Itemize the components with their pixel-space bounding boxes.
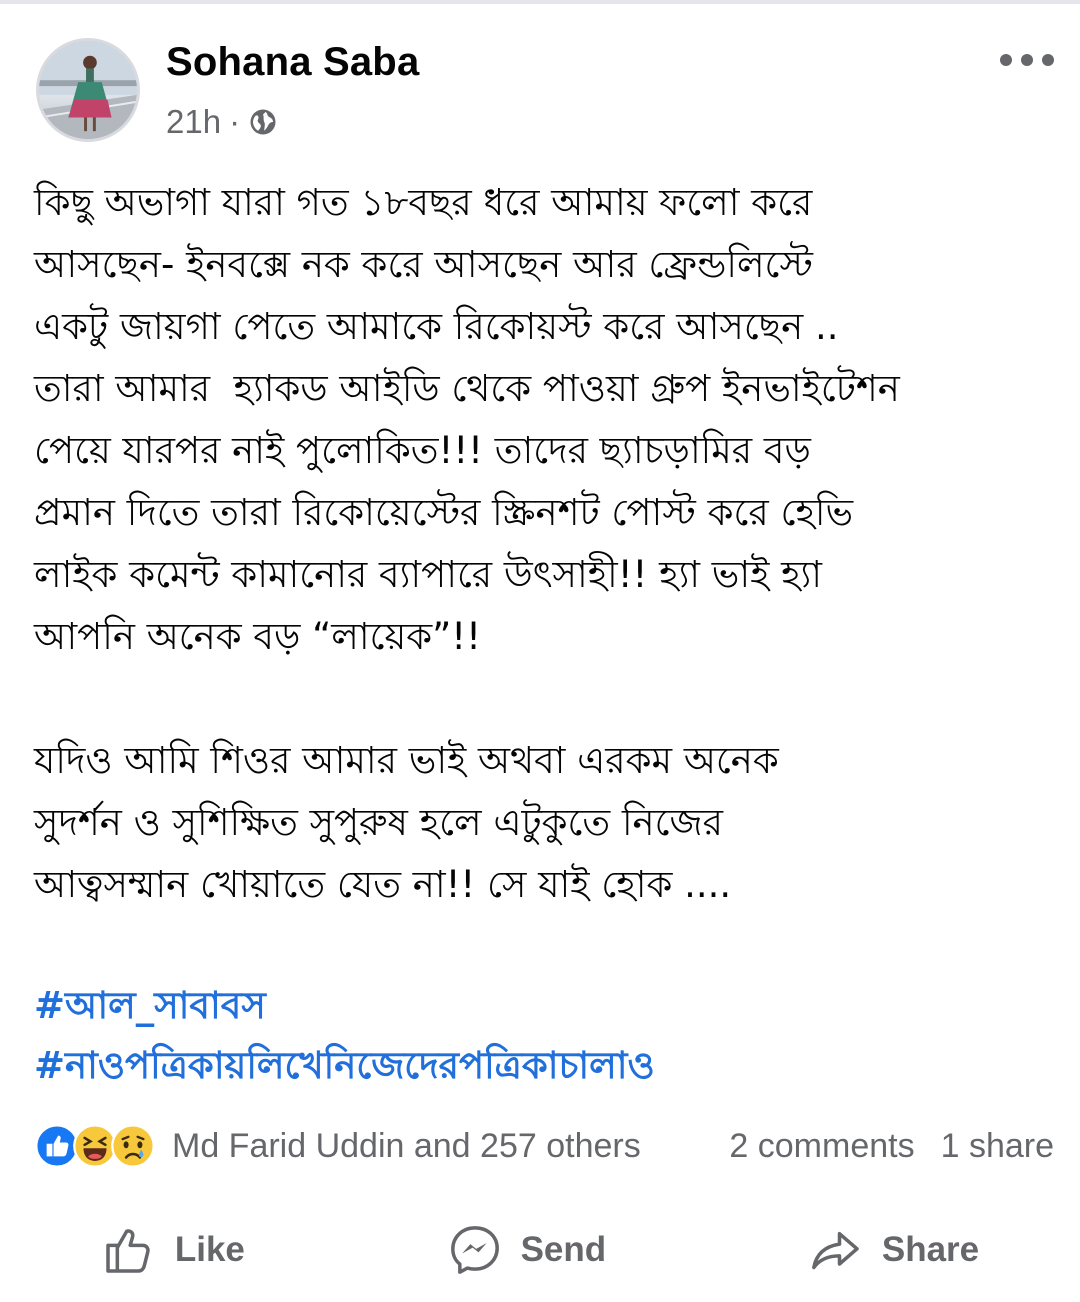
hashtags: #আল_সাবাবস #নাওপত্রিকায়লিখেনিজেদেরপত্রি… xyxy=(34,976,1054,1096)
dot xyxy=(1021,54,1033,66)
top-divider xyxy=(0,0,1080,4)
share-label: Share xyxy=(881,1230,980,1269)
hashtag-link[interactable]: #নাওপত্রিকায়লিখেনিজেদেরপত্রিকাচালাও xyxy=(34,1036,1054,1096)
avatar[interactable] xyxy=(36,38,140,142)
send-label: Send xyxy=(520,1230,607,1269)
meta-separator: · xyxy=(229,103,241,140)
action-bar: Like Send Share xyxy=(0,1208,1080,1292)
send-button[interactable]: Send xyxy=(447,1222,607,1278)
dot xyxy=(1000,54,1012,66)
shares-count[interactable]: 1 share xyxy=(941,1127,1054,1166)
messenger-icon xyxy=(450,1226,499,1274)
share-icon xyxy=(811,1231,859,1270)
sad-reaction-icon xyxy=(111,1124,155,1168)
dot xyxy=(1042,54,1054,66)
post-paragraph-2: যদিও আমি শিওর আমার ভাই অথবা এরকম অনেক সু… xyxy=(34,739,779,906)
like-button[interactable]: Like xyxy=(101,1222,245,1278)
post-meta: 21h · xyxy=(166,100,278,144)
post-text: কিছু অভাগা যারা গত ১৮বছর ধরে আমায় ফলো ক… xyxy=(34,172,1054,916)
post-paragraph-1: কিছু অভাগা যারা গত ১৮বছর ধরে আমায় ফলো ক… xyxy=(34,181,900,658)
hashtag-link[interactable]: #আল_সাবাবস xyxy=(34,976,1054,1036)
comments-count[interactable]: 2 comments xyxy=(729,1127,914,1166)
like-label: Like xyxy=(174,1230,245,1269)
share-button[interactable]: Share xyxy=(808,1222,979,1278)
reactors-summary[interactable]: Md Farid Uddin and 257 others xyxy=(172,1127,641,1166)
facebook-post: Sohana Saba 21h · কিছু অভাগা যারা গত ১৮ব… xyxy=(0,0,1080,1302)
engagement-stats: 2 comments 1 share xyxy=(729,1127,1054,1166)
more-options-icon[interactable] xyxy=(1000,50,1054,70)
reaction-icons[interactable] xyxy=(34,1123,155,1169)
reactions-row: Md Farid Uddin and 257 others 2 comments… xyxy=(34,1120,1054,1172)
author-name[interactable]: Sohana Saba xyxy=(166,40,419,85)
globe-icon[interactable] xyxy=(248,107,278,137)
post-time[interactable]: 21h xyxy=(166,103,221,141)
profile-photo xyxy=(39,41,137,139)
like-icon xyxy=(106,1229,150,1273)
